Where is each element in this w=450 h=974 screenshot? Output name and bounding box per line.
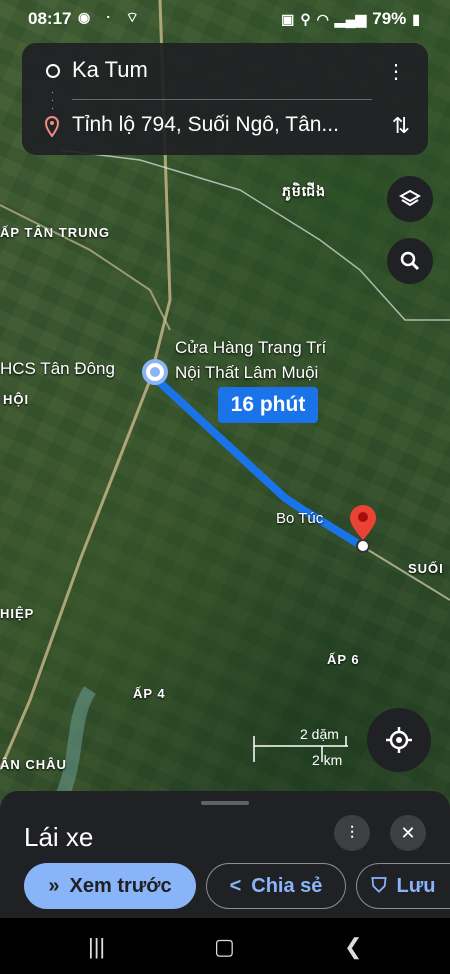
status-bar: 08:17 ◉ ᐧ ⌔ ▣ ⚲ ◠ ▂▄▆ 79% ▮: [0, 0, 450, 36]
poi-store-line1[interactable]: Cửa Hàng Trang Trí: [175, 337, 326, 359]
share-label: Chia sẻ: [251, 874, 323, 897]
recenter-button[interactable]: [367, 708, 431, 772]
origin-circle-icon: [46, 64, 60, 78]
share-icon: <: [229, 874, 242, 897]
destination-pin-icon: [44, 116, 60, 137]
layers-icon: [399, 189, 421, 207]
home-button[interactable]: ▢: [214, 934, 235, 960]
map-label-ap-6: ẤP 6: [327, 652, 360, 667]
close-icon: ✕: [400, 822, 416, 843]
filter-icon: ⫶: [349, 822, 355, 843]
poi-bo-tuc: Bo Túc: [276, 510, 324, 527]
battery-icon: ▮: [412, 10, 420, 27]
poi-thcs-tan-dong[interactable]: HCS Tân Đông: [0, 358, 115, 380]
status-notification-icons: ◉ ᐧ ⌔: [78, 9, 145, 25]
route-card: Ka Tum ⋮ · · · Tỉnh lộ 794, Suối Ngô, Tân.…: [22, 43, 428, 155]
swap-icon[interactable]: ⇅: [392, 113, 410, 139]
scale-bar: 2 dặm 2 km: [252, 726, 348, 772]
bottom-sheet: Lái xe ⫶ ✕ » Xem trước < Chia sẻ ⛉ Lưu: [0, 791, 450, 918]
battery-level: 79%: [372, 9, 407, 28]
destination-field[interactable]: Tỉnh lộ 794, Suối Ngô, Tân...: [72, 113, 372, 137]
destination-pin: [350, 505, 376, 540]
search-icon: [400, 251, 420, 271]
duration-badge[interactable]: 16 phút: [218, 387, 318, 423]
scale-miles: 2 dặm: [300, 726, 339, 742]
map-label-hiep: HIỆP: [0, 606, 35, 621]
save-label: Lưu: [396, 874, 436, 897]
status-time: 08:17: [28, 9, 72, 28]
sheet-grabber[interactable]: [201, 801, 249, 805]
preview-label: Xem trước: [69, 874, 172, 897]
map-label-ap-4: ẤP 4: [133, 686, 166, 701]
back-button[interactable]: ❮: [344, 934, 362, 960]
scale-km: 2 km: [312, 752, 343, 768]
nfc-icon: ▣: [281, 10, 295, 27]
search-button[interactable]: [387, 238, 433, 284]
status-right-icons: ▣ ⚲ ◠ ▂▄▆ 79% ▮: [281, 9, 420, 29]
recenter-icon: [386, 727, 412, 753]
close-button[interactable]: ✕: [390, 815, 426, 851]
sheet-title: Lái xe: [24, 822, 94, 852]
route-dots: · · ·: [51, 87, 55, 114]
map-label-an-chau: ÂN CHÂU: [0, 757, 67, 772]
save-button[interactable]: ⛉ Lưu: [356, 863, 450, 909]
system-nav-bar: ||| ▢ ❮: [0, 918, 450, 974]
bookmark-icon: ⛉: [371, 874, 387, 897]
map-label-hoi: HỘI: [3, 392, 30, 407]
map-label-khmer: ភូមិជើង: [282, 183, 326, 199]
map-label-suoi: SUỐI: [408, 561, 444, 576]
field-divider: [72, 99, 372, 100]
map-label-ap-tan-trung: ẤP TÂN TRUNG: [0, 225, 110, 240]
signal-icon: ▂▄▆: [334, 10, 367, 27]
preview-icon: »: [48, 874, 60, 897]
location-icon: ⚲: [300, 10, 311, 27]
more-icon[interactable]: ⋮: [386, 59, 406, 84]
share-button[interactable]: < Chia sẻ: [206, 863, 346, 909]
origin-field[interactable]: Ka Tum: [72, 57, 148, 83]
preview-button[interactable]: » Xem trước: [24, 863, 196, 909]
wifi-icon: ◠: [316, 10, 329, 27]
end-marker: [356, 539, 370, 553]
poi-store-line2[interactable]: Nội Thất Lâm Muội: [175, 362, 318, 384]
options-button[interactable]: ⫶: [334, 815, 370, 851]
layers-button[interactable]: [387, 176, 433, 222]
recents-button[interactable]: |||: [88, 934, 105, 960]
